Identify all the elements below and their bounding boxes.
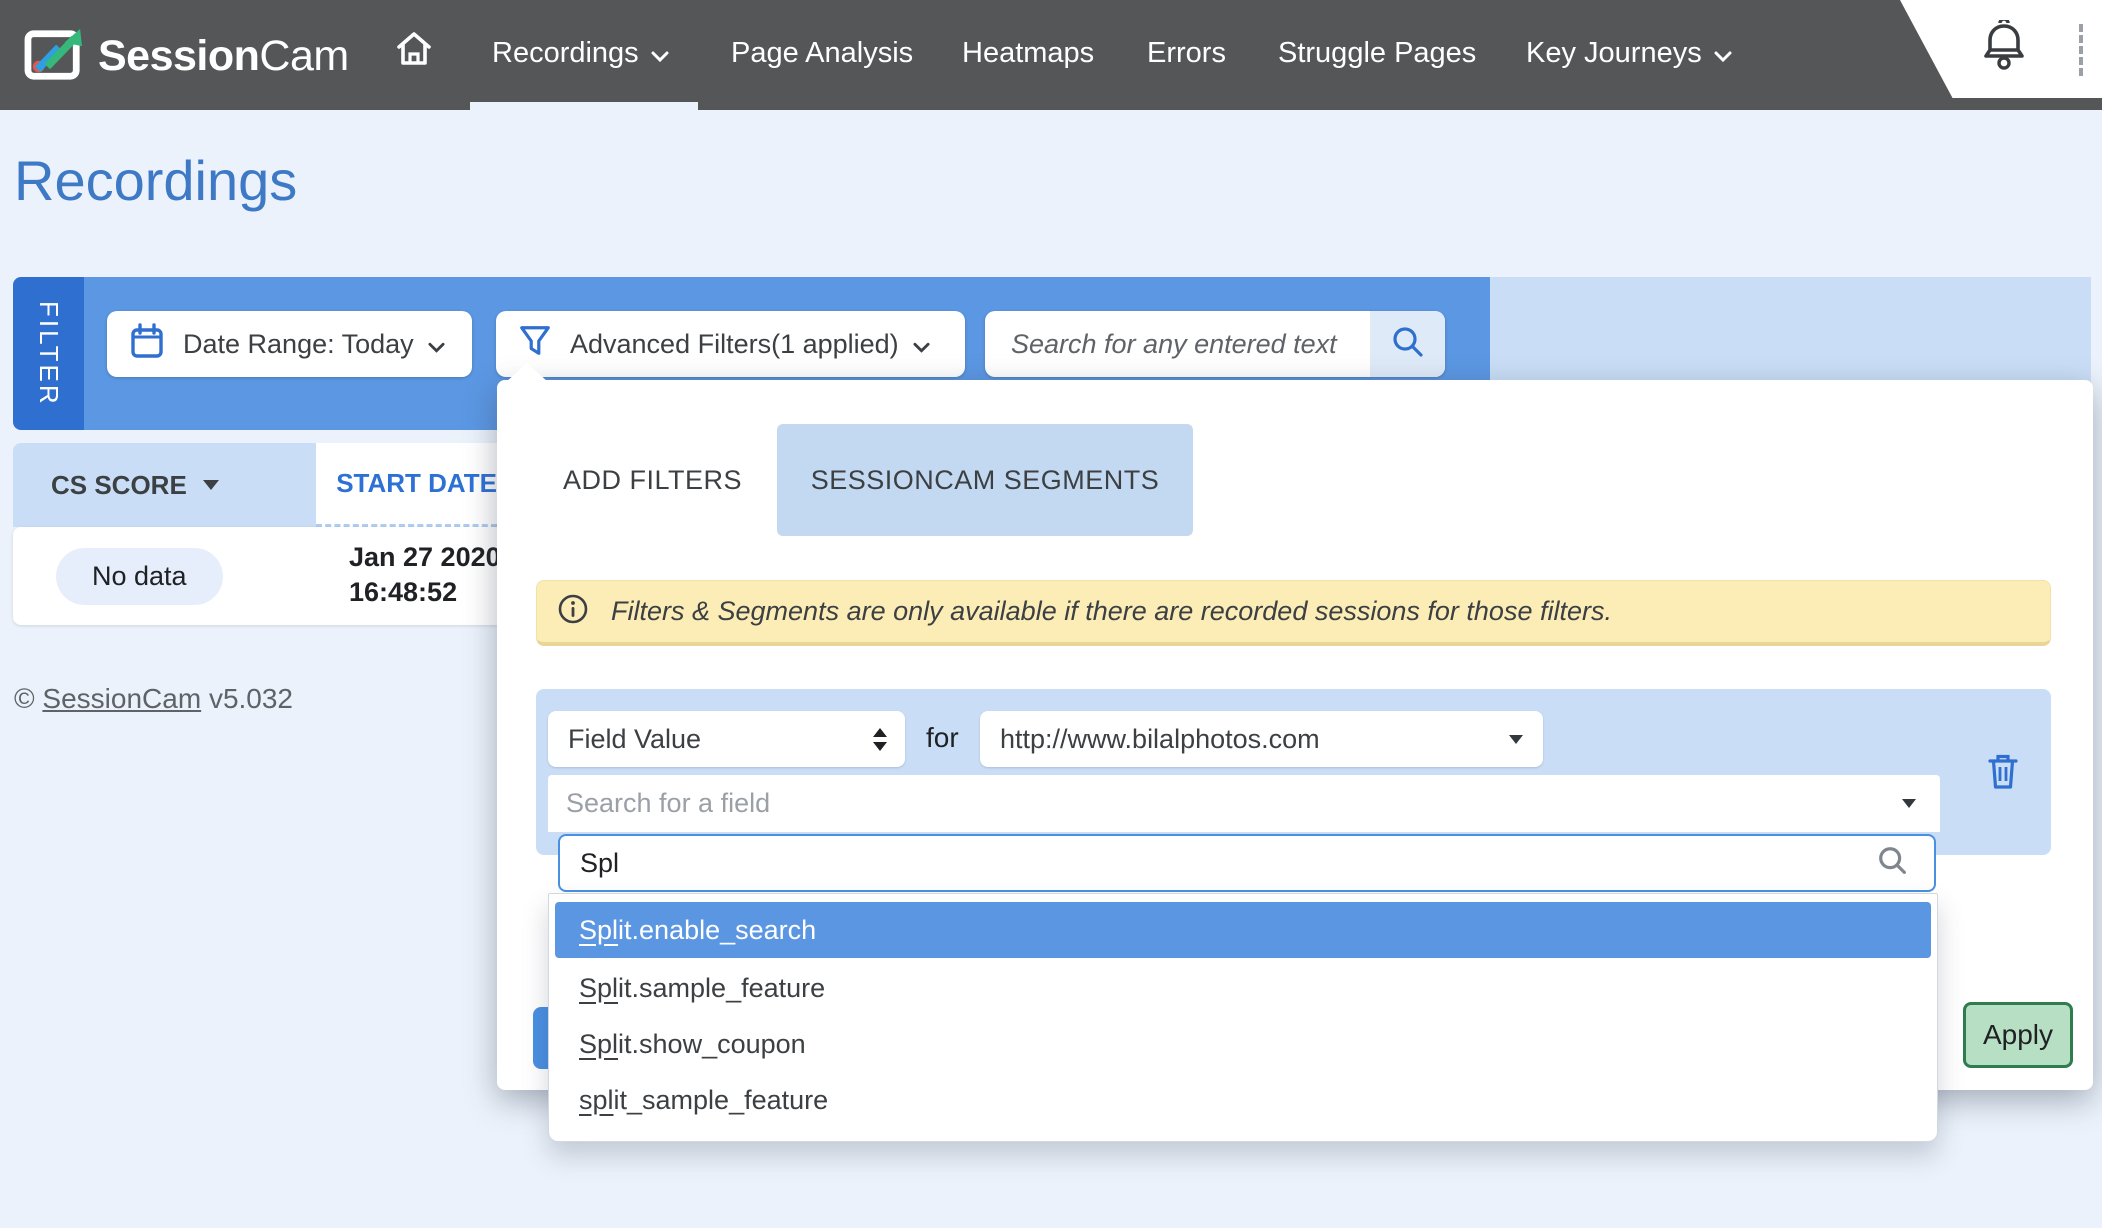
- field-options-listbox: Split.enable_search Split.sample_feature…: [548, 893, 1938, 1142]
- select-updown-icon: [873, 728, 887, 751]
- nav-item-label: Heatmaps: [962, 37, 1094, 70]
- apply-button-label: Apply: [1983, 1019, 2053, 1051]
- nav-item-label: Page Analysis: [731, 37, 913, 70]
- advanced-filters-label: Advanced Filters(1 applied): [570, 329, 899, 360]
- field-type-select[interactable]: Field Value: [548, 711, 905, 767]
- search-icon: [1390, 324, 1426, 365]
- apply-button[interactable]: Apply: [1963, 1002, 2073, 1068]
- nav-home-button[interactable]: [396, 30, 432, 76]
- info-icon: [557, 593, 589, 630]
- top-navbar: SessionCam Recordings Page Analysis Heat…: [0, 0, 2102, 110]
- copyright-footer: © SessionCam v5.032: [14, 683, 293, 715]
- column-header-start-date[interactable]: START DATE: [316, 443, 497, 527]
- search-input[interactable]: [985, 311, 1370, 377]
- nav-item-label: Key Journeys: [1526, 37, 1702, 70]
- chevron-down-icon: [1714, 37, 1732, 70]
- field-option-split-sample-feature-lower[interactable]: split_sample_feature: [555, 1072, 1931, 1128]
- field-option-split-show-coupon[interactable]: Split.show_coupon: [555, 1016, 1931, 1072]
- nav-item-errors[interactable]: Errors: [1147, 30, 1226, 76]
- cs-score-badge: No data: [56, 548, 223, 605]
- field-select-trigger[interactable]: Search for a field: [548, 775, 1940, 832]
- nav-item-heatmaps[interactable]: Heatmaps: [962, 30, 1094, 76]
- notification-bell-icon[interactable]: [1983, 20, 2025, 77]
- nav-item-label: Recordings: [492, 37, 639, 70]
- tab-add-filters[interactable]: ADD FILTERS: [543, 450, 762, 510]
- recordings-table-header: CS SCORE START DATE: [13, 443, 497, 527]
- table-row[interactable]: No data Jan 27 2020, 16:48:52: [13, 527, 497, 625]
- version-label: v5.032: [209, 683, 293, 714]
- for-label: for: [926, 722, 959, 754]
- active-tab-indicator: [470, 102, 698, 110]
- select-caret-icon: [1509, 735, 1523, 744]
- trash-icon: [1986, 779, 2020, 796]
- calendar-icon: [129, 322, 165, 367]
- delete-filter-button[interactable]: [1986, 752, 2020, 797]
- chevron-down-icon: [651, 37, 669, 70]
- select-caret-icon: [1902, 799, 1916, 808]
- panel-arrow-notch: [506, 363, 548, 382]
- nav-item-page-analysis[interactable]: Page Analysis: [731, 30, 913, 76]
- tab-label: SESSIONCAM SEGMENTS: [811, 465, 1160, 496]
- info-banner-text: Filters & Segments are only available if…: [611, 596, 1612, 627]
- text-search-field: [985, 311, 1445, 377]
- field-type-value: Field Value: [568, 724, 873, 755]
- funnel-filter-icon: [518, 323, 552, 366]
- filter-tab-label: FILTER: [33, 301, 64, 407]
- field-select-placeholder: Search for a field: [566, 788, 1902, 819]
- info-banner: Filters & Segments are only available if…: [536, 580, 2051, 646]
- nav-item-struggle-pages[interactable]: Struggle Pages: [1278, 30, 1476, 76]
- filter-side-tab[interactable]: FILTER: [13, 277, 84, 430]
- sessioncam-footer-link[interactable]: SessionCam: [42, 683, 201, 714]
- field-option-split-sample-feature[interactable]: Split.sample_feature: [555, 960, 1931, 1016]
- sessioncam-logo-text: SessionCam: [98, 32, 349, 81]
- page-title: Recordings: [14, 148, 297, 213]
- vertical-dots-menu-icon[interactable]: [2079, 24, 2083, 76]
- start-date-cell: Jan 27 2020, 16:48:52: [349, 540, 497, 610]
- date-range-button[interactable]: Date Range: Today: [107, 311, 472, 377]
- site-select[interactable]: http://www.bilalphotos.com: [980, 711, 1543, 767]
- nav-item-key-journeys[interactable]: Key Journeys: [1526, 30, 1732, 76]
- column-label: START DATE: [336, 468, 497, 499]
- search-button[interactable]: [1370, 311, 1445, 377]
- home-icon: [396, 30, 432, 76]
- chevron-down-icon: [428, 329, 445, 360]
- nav-item-label: Errors: [1147, 37, 1226, 70]
- tab-sessioncam-segments[interactable]: SESSIONCAM SEGMENTS: [777, 424, 1193, 536]
- nav-item-recordings[interactable]: Recordings: [492, 30, 669, 76]
- chevron-down-icon: [913, 329, 930, 360]
- search-icon: [1876, 844, 1910, 883]
- column-header-cs-score[interactable]: CS SCORE: [13, 443, 316, 527]
- field-option-split-enable-search[interactable]: Split.enable_search: [555, 902, 1931, 958]
- date-range-label: Date Range: Today: [183, 329, 414, 360]
- nav-item-label: Struggle Pages: [1278, 37, 1476, 70]
- site-select-value: http://www.bilalphotos.com: [1000, 724, 1509, 755]
- tab-label: ADD FILTERS: [563, 465, 742, 496]
- sessioncam-logo-icon: [24, 26, 86, 87]
- copyright-symbol: ©: [14, 683, 35, 714]
- column-label: CS SCORE: [51, 470, 187, 501]
- field-search-input[interactable]: [580, 848, 1876, 879]
- advanced-filters-button[interactable]: Advanced Filters(1 applied): [496, 311, 965, 377]
- field-search-field: [558, 834, 1936, 892]
- sessioncam-logo[interactable]: SessionCam: [24, 26, 349, 87]
- sort-desc-icon: [203, 480, 219, 490]
